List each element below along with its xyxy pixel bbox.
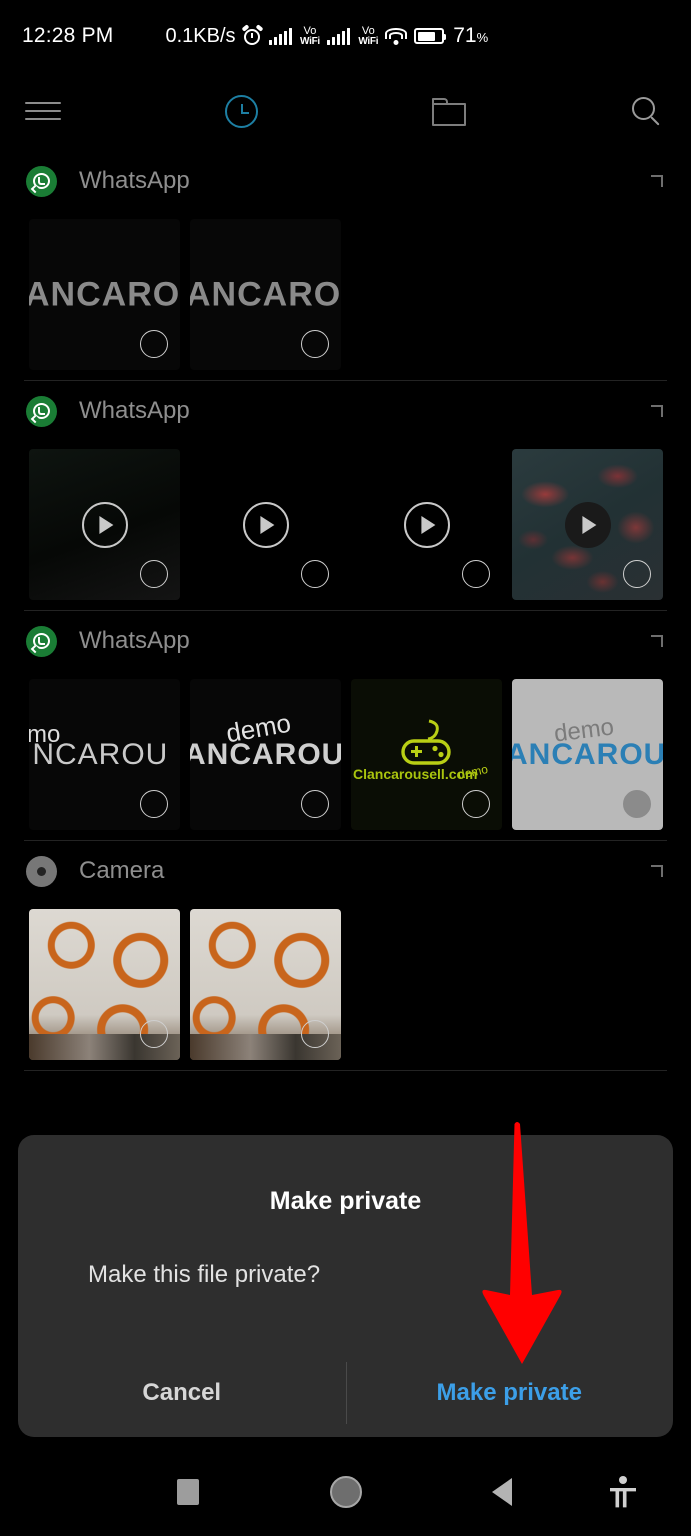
thumbnail-label: ANCAROU [29,275,180,313]
folder-tab-icon[interactable] [420,72,478,151]
thumbnail-item[interactable]: demoANCAROUS [190,679,341,830]
chevron-right-icon[interactable] [651,175,663,187]
thumbnail-row: moINCAROUdemoANCAROUSdemoClancarousell.c… [0,671,691,840]
back-triangle-icon[interactable] [447,1448,557,1536]
thumbnail-row [0,441,691,610]
thumbnail-item[interactable]: demo Clancarousell.com [351,679,502,830]
group-divider [24,1070,667,1071]
group-header-whatsapp[interactable]: WhatsApp [0,611,691,671]
thumbnail-item[interactable] [351,449,502,600]
chevron-right-icon[interactable] [651,865,663,877]
select-checkbox[interactable] [462,560,490,588]
home-circle-icon[interactable] [291,1448,401,1536]
recent-tab-clock-icon[interactable] [212,72,270,151]
alarm-icon [241,23,264,46]
thumbnail-label: INCAROU [29,737,169,771]
thumbnail-item[interactable] [190,449,341,600]
play-icon[interactable] [242,501,289,548]
group-name-label: WhatsApp [79,167,190,194]
select-checkbox[interactable] [301,790,329,818]
thumbnail-item[interactable] [512,449,663,600]
thumbnail-label: ANCAROU [190,275,341,313]
select-checkbox[interactable] [623,560,651,588]
group-name-label: WhatsApp [79,627,190,654]
red-down-arrow-annotation [462,1120,582,1370]
battery-percent-label: 71% [453,24,489,47]
play-icon[interactable] [403,501,450,548]
select-checkbox[interactable] [140,1020,168,1048]
battery-icon [414,28,447,44]
thumbnail-item[interactable] [190,909,341,1060]
group-name-label: WhatsApp [79,397,190,424]
select-checkbox[interactable] [140,330,168,358]
dialog-button-divider [346,1362,347,1424]
gamepad-icon [395,719,457,772]
search-icon[interactable] [618,72,676,151]
group-header-whatsapp[interactable]: WhatsApp [0,151,691,211]
camera-icon [26,855,57,887]
file-group: Camera [0,841,691,1071]
whatsapp-icon [26,625,57,657]
play-icon[interactable] [564,501,611,548]
thumbnail-item[interactable]: mo INCAROU [29,679,180,830]
thumbnail-label: Clancarousell.com [353,766,478,782]
select-checkbox[interactable] [301,1020,329,1048]
status-time: 12:28 PM [22,24,114,47]
file-group: WhatsApp ANCAROU ANCAROU [0,151,691,381]
select-checkbox[interactable] [140,560,168,588]
thumbnail-item[interactable] [29,449,180,600]
chevron-right-icon[interactable] [651,405,663,417]
wifi-icon [385,27,408,45]
thumbnail-item[interactable]: ANCAROU [190,219,341,370]
volte-label-2: Vo WiFi [358,24,379,47]
group-header-camera[interactable]: Camera [0,841,691,901]
group-header-whatsapp[interactable]: WhatsApp [0,381,691,441]
thumbnail-item[interactable]: ANCAROU [29,219,180,370]
cancel-button[interactable]: Cancel [18,1348,346,1437]
whatsapp-icon [26,395,57,427]
file-group: WhatsApp [0,381,691,611]
signal-bars-icon-2 [326,27,351,45]
whatsapp-icon [26,165,57,197]
status-icons: 0.1KB/s Vo WiFi Vo WiFi 71% [165,23,489,48]
phone-screen: 12:28 PM 0.1KB/s Vo WiFi Vo WiFi 71% Wha… [0,0,691,1536]
hamburger-menu-icon[interactable] [14,72,72,151]
select-checkbox[interactable] [301,330,329,358]
volte-label-1: Vo WiFi [300,24,320,47]
thumbnail-row [0,901,691,1070]
chevron-right-icon[interactable] [651,635,663,647]
file-group: WhatsAppmoINCAROUdemoANCAROUSdemoClancar… [0,611,691,841]
network-speed-label: 0.1KB/s [165,24,236,47]
select-checkbox[interactable] [301,560,329,588]
recents-square-icon[interactable] [133,1448,243,1536]
app-toolbar [0,72,691,151]
thumbnail-item[interactable]: demoANCAROUS [512,679,663,830]
thumbnail-label: ANCAROUS [190,737,341,771]
select-checkbox[interactable] [462,790,490,818]
thumbnail-row: ANCAROU ANCAROU [0,211,691,380]
thumbnail-label: ANCAROUS [512,737,663,771]
system-navigation-bar [0,1448,691,1536]
group-name-label: Camera [79,857,165,884]
select-checkbox[interactable] [140,790,168,818]
signal-bars-icon-1 [268,27,293,45]
select-checkbox[interactable] [623,790,651,818]
accessibility-icon[interactable] [568,1448,678,1536]
status-bar: 12:28 PM 0.1KB/s Vo WiFi Vo WiFi 71% [0,0,691,72]
thumbnail-item[interactable] [29,909,180,1060]
play-icon[interactable] [81,501,128,548]
